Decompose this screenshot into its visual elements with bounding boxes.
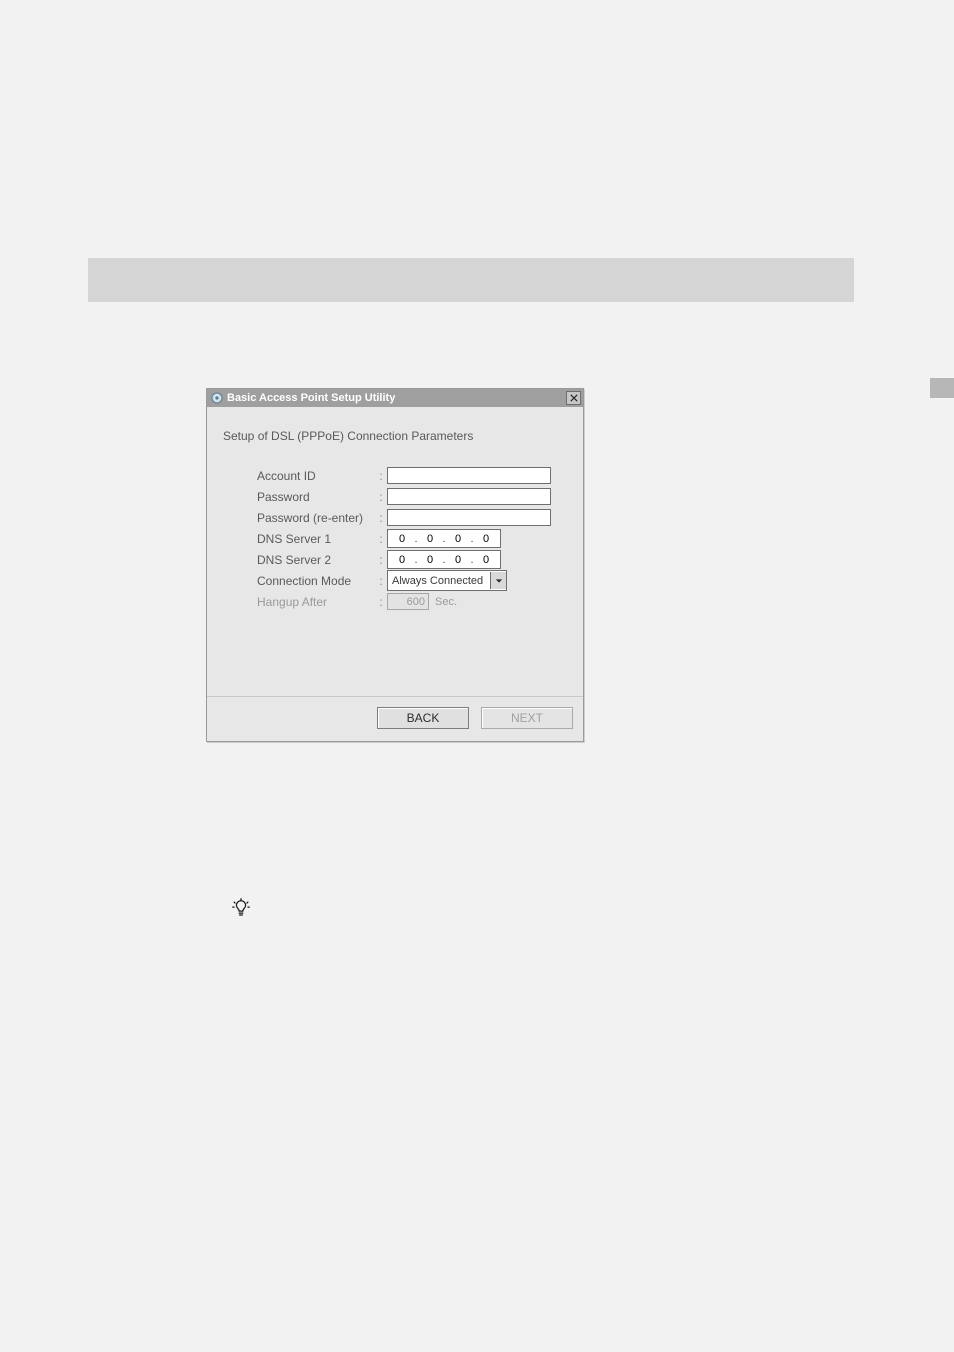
account-id-input[interactable] xyxy=(387,467,551,484)
close-icon xyxy=(570,394,578,402)
setup-dialog: Basic Access Point Setup Utility Setup o… xyxy=(206,388,584,742)
dns1-oct1[interactable] xyxy=(391,533,413,545)
label-connection-mode: Connection Mode xyxy=(257,574,375,588)
dialog-footer: BACK NEXT xyxy=(207,696,583,741)
colon: : xyxy=(375,490,387,504)
dns2-oct3[interactable] xyxy=(447,554,469,566)
dialog-subtitle: Setup of DSL (PPPoE) Connection Paramete… xyxy=(223,429,569,443)
window-title: Basic Access Point Setup Utility xyxy=(227,392,395,404)
next-button: NEXT xyxy=(481,707,573,729)
label-password-reenter: Password (re-enter) xyxy=(257,511,375,525)
side-tab xyxy=(930,378,954,398)
dns1-oct4[interactable] xyxy=(475,533,497,545)
colon: : xyxy=(375,469,387,483)
colon: : xyxy=(375,553,387,567)
hangup-after-input xyxy=(387,593,429,610)
form: Account ID : Password : Password (re-ent… xyxy=(257,465,559,612)
connection-mode-select[interactable]: Always Connected xyxy=(387,570,507,591)
next-button-label: NEXT xyxy=(511,711,543,725)
label-dns1: DNS Server 1 xyxy=(257,532,375,546)
close-button[interactable] xyxy=(566,391,581,405)
label-dns2: DNS Server 2 xyxy=(257,553,375,567)
dns1-oct2[interactable] xyxy=(419,533,441,545)
label-account-id: Account ID xyxy=(257,469,375,483)
password-input[interactable] xyxy=(387,488,551,505)
colon: : xyxy=(375,574,387,588)
chevron-down-icon xyxy=(490,572,506,589)
label-password: Password xyxy=(257,490,375,504)
lightbulb-icon xyxy=(230,898,252,920)
hangup-after-unit: Sec. xyxy=(435,596,457,608)
colon: : xyxy=(375,532,387,546)
app-icon xyxy=(211,392,223,404)
titlebar[interactable]: Basic Access Point Setup Utility xyxy=(207,389,583,407)
dns2-oct4[interactable] xyxy=(475,554,497,566)
label-hangup-after: Hangup After xyxy=(257,595,375,609)
connection-mode-value: Always Connected xyxy=(392,575,490,587)
dns2-oct2[interactable] xyxy=(419,554,441,566)
back-button-label: BACK xyxy=(407,711,440,725)
dns2-input[interactable]: . . . xyxy=(387,550,501,569)
back-button[interactable]: BACK xyxy=(377,707,469,729)
colon: : xyxy=(375,595,387,609)
dns1-oct3[interactable] xyxy=(447,533,469,545)
colon: : xyxy=(375,511,387,525)
dns1-input[interactable]: . . . xyxy=(387,529,501,548)
password-reenter-input[interactable] xyxy=(387,509,551,526)
header-banner xyxy=(88,258,854,302)
dns2-oct1[interactable] xyxy=(391,554,413,566)
